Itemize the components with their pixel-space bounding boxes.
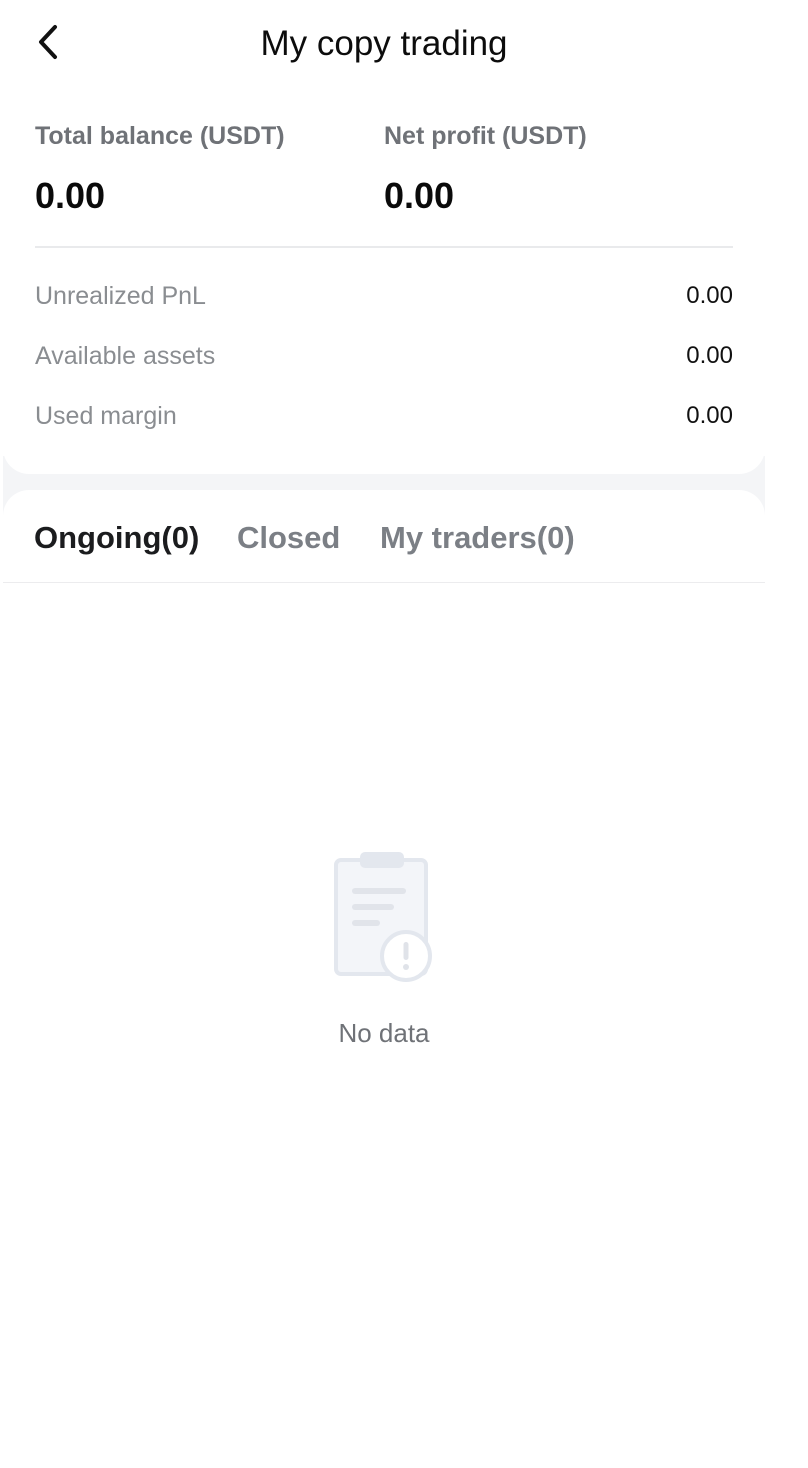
used-margin-row: Used margin 0.00 bbox=[35, 399, 733, 433]
page-title: My copy trading bbox=[260, 24, 508, 63]
empty-state: No data bbox=[0, 848, 768, 1050]
row-label: Available assets bbox=[35, 341, 216, 370]
tab-closed[interactable]: Closed bbox=[237, 518, 340, 558]
empty-clipboard-alert-icon bbox=[334, 852, 432, 982]
tab-ongoing[interactable]: Ongoing(0) bbox=[34, 518, 199, 558]
row-label: Unrealized PnL bbox=[35, 281, 206, 310]
total-balance-value: 0.00 bbox=[35, 175, 106, 216]
unrealized-pnl-row: Unrealized PnL 0.00 bbox=[35, 279, 733, 313]
divider bbox=[35, 246, 733, 248]
row-value: 0.00 bbox=[686, 282, 733, 309]
tab-my-traders[interactable]: My traders(0) bbox=[380, 518, 575, 558]
row-value: 0.00 bbox=[686, 402, 733, 429]
empty-state-text: No data bbox=[338, 1018, 430, 1048]
available-assets-row: Available assets 0.00 bbox=[35, 339, 733, 373]
net-profit-value: 0.00 bbox=[384, 175, 455, 216]
tab-bar: Ongoing(0) Closed My traders(0) bbox=[3, 490, 765, 583]
row-value: 0.00 bbox=[686, 342, 733, 369]
summary-card: Total balance (USDT) 0.00 Net profit (US… bbox=[3, 88, 765, 474]
top-bar: My copy trading bbox=[0, 0, 808, 88]
total-balance-label: Total balance (USDT) bbox=[35, 122, 285, 150]
row-label: Used margin bbox=[35, 401, 177, 430]
net-profit-label: Net profit (USDT) bbox=[384, 122, 587, 150]
